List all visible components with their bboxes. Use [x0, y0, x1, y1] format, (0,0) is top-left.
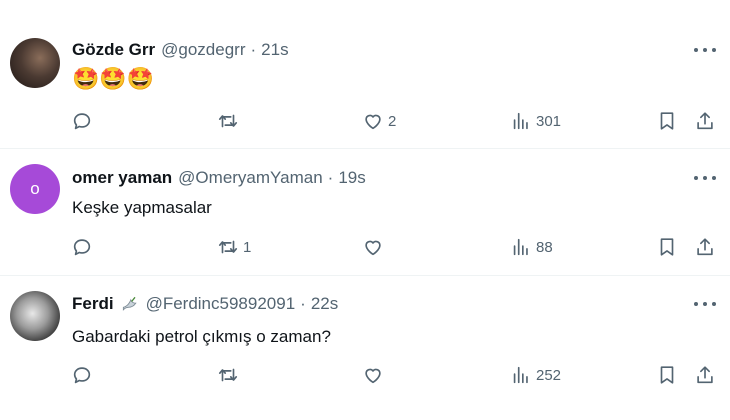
retweet-icon — [218, 240, 238, 254]
tweet-header: Ferdi @Ferdinc59892091 · 22s — [72, 294, 338, 314]
share-button[interactable] — [694, 232, 716, 262]
bookmark-button[interactable] — [656, 106, 678, 136]
timestamp[interactable]: 22s — [311, 294, 338, 314]
more-icon[interactable] — [694, 168, 716, 188]
separator-dot: · — [327, 168, 334, 187]
like-button[interactable] — [362, 232, 388, 262]
views-icon — [513, 112, 528, 130]
retweet-button[interactable] — [217, 360, 243, 390]
display-name[interactable]: Gözde Grr — [72, 40, 155, 60]
tweet-text: 🤩🤩🤩 — [72, 66, 155, 91]
retweet-button[interactable] — [217, 106, 243, 136]
tweet-text: Gabardaki petrol çıkmış o zaman? — [72, 327, 331, 346]
bookmark-icon — [660, 366, 674, 384]
bookmark-icon — [660, 238, 674, 256]
like-count: 2 — [388, 112, 397, 130]
avatar-letter: o — [30, 179, 40, 198]
views-button[interactable]: 301 — [510, 106, 561, 136]
tweet-feed: Gözde Grr @gozdegrr · 21s 🤩🤩🤩 2 301 o om… — [0, 0, 730, 420]
share-icon — [697, 112, 713, 130]
like-icon — [365, 240, 381, 256]
reply-button[interactable] — [71, 106, 97, 136]
bookmark-icon — [660, 112, 674, 130]
share-button[interactable] — [694, 360, 716, 390]
views-count: 88 — [536, 238, 553, 256]
reply-icon — [73, 367, 91, 384]
tweet-text: Keşke yapmasalar — [72, 198, 212, 217]
user-handle[interactable]: @gozdegrr — [161, 40, 245, 60]
like-button[interactable] — [362, 360, 388, 390]
action-bar: 2 301 — [0, 106, 730, 136]
like-icon — [365, 114, 381, 130]
more-icon[interactable] — [694, 294, 716, 314]
views-icon — [513, 366, 528, 384]
bookmark-button[interactable] — [656, 232, 678, 262]
separator-dot: · — [250, 40, 257, 59]
share-button[interactable] — [694, 106, 716, 136]
views-button[interactable]: 252 — [510, 360, 561, 390]
timestamp[interactable]: 19s — [338, 168, 365, 188]
views-icon — [513, 238, 528, 256]
views-count: 301 — [536, 112, 562, 130]
display-name[interactable]: omer yaman — [72, 168, 172, 188]
tweet-header: omer yaman @OmeryamYaman · 19s — [72, 168, 366, 188]
retweet-button[interactable]: 1 — [217, 232, 251, 262]
reply-button[interactable] — [71, 232, 97, 262]
share-icon — [697, 366, 713, 384]
bookmark-button[interactable] — [656, 360, 678, 390]
views-button[interactable]: 88 — [510, 232, 553, 262]
avatar[interactable]: o — [10, 164, 60, 214]
retweet-icon — [218, 368, 238, 382]
like-button[interactable]: 2 — [362, 106, 396, 136]
like-icon — [365, 368, 381, 384]
tweet[interactable]: o omer yaman @OmeryamYaman · 19s Keşke y… — [0, 149, 730, 276]
tweet[interactable]: Gözde Grr @gozdegrr · 21s 🤩🤩🤩 2 301 — [0, 0, 730, 149]
avatar[interactable] — [10, 291, 60, 341]
avatar[interactable] — [10, 38, 60, 88]
separator-dot: · — [300, 294, 306, 313]
reply-icon — [73, 239, 91, 256]
user-handle[interactable]: @OmeryamYaman — [178, 168, 322, 188]
tweet[interactable]: Ferdi @Ferdinc59892091 · 22s Gabardaki p… — [0, 276, 730, 420]
views-count: 252 — [536, 366, 562, 384]
retweet-icon — [218, 114, 238, 128]
action-bar: 252 — [0, 360, 730, 390]
share-icon — [697, 238, 713, 256]
user-handle[interactable]: @Ferdinc59892091 — [146, 294, 296, 314]
more-icon[interactable] — [694, 40, 716, 60]
dove-icon — [122, 296, 137, 311]
retweet-count: 1 — [243, 238, 252, 256]
action-bar: 1 88 — [0, 232, 730, 262]
tweet-header: Gözde Grr @gozdegrr · 21s — [72, 40, 289, 60]
timestamp[interactable]: 21s — [261, 40, 288, 60]
reply-button[interactable] — [71, 360, 97, 390]
reply-icon — [73, 113, 91, 130]
display-name[interactable]: Ferdi — [72, 294, 114, 314]
